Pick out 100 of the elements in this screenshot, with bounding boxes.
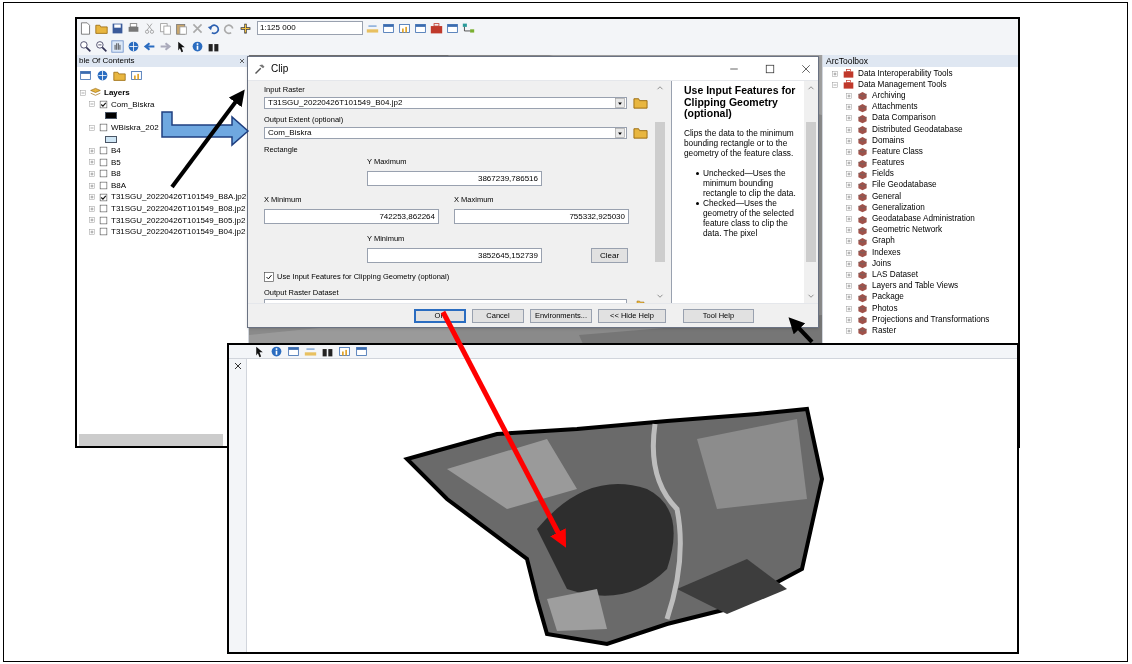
tree-item[interactable]: Geometric Network: [872, 225, 943, 236]
tree-item[interactable]: Feature Class: [872, 146, 923, 157]
expand-icon[interactable]: [845, 237, 853, 246]
tree-item[interactable]: Features: [872, 158, 905, 169]
input-field[interactable]: 3852645,152739: [367, 248, 542, 263]
expand-icon[interactable]: [845, 270, 853, 279]
close-icon[interactable]: [233, 362, 242, 370]
expand-icon[interactable]: [845, 282, 853, 291]
tree-item[interactable]: Graph: [872, 236, 895, 247]
expand-icon[interactable]: [845, 293, 853, 302]
checkbox[interactable]: [99, 181, 108, 191]
expand-icon[interactable]: [88, 181, 96, 190]
tree-item[interactable]: Distributed Geodatabase: [872, 124, 963, 135]
scrollbar[interactable]: [806, 122, 817, 262]
checkbox[interactable]: [99, 192, 108, 202]
new-file-icon[interactable]: [79, 21, 92, 35]
expand-icon[interactable]: [845, 259, 853, 268]
zoom-in-icon[interactable]: [79, 39, 92, 53]
globe-icon[interactable]: [127, 39, 140, 53]
window-icon[interactable]: [287, 345, 300, 358]
input-field[interactable]: 742253,862264: [264, 209, 439, 224]
close-icon[interactable]: [238, 57, 246, 65]
expand-icon[interactable]: [845, 103, 853, 112]
info-icon[interactable]: [270, 345, 283, 358]
checkbox[interactable]: [99, 123, 108, 133]
expand-icon[interactable]: [845, 91, 853, 100]
expand-icon[interactable]: [845, 159, 853, 168]
expand-icon[interactable]: [88, 216, 96, 225]
checkbox[interactable]: [99, 227, 108, 237]
layer-name[interactable]: B8A: [111, 179, 127, 192]
maximize-icon[interactable]: [764, 62, 776, 75]
scale-field[interactable]: 1:125 000: [257, 21, 363, 35]
model-icon[interactable]: [462, 21, 475, 35]
expand-icon[interactable]: [845, 136, 853, 145]
toolbox-icon[interactable]: [430, 21, 443, 35]
zoom-out-icon[interactable]: [95, 39, 108, 53]
chart-window-icon[interactable]: [338, 345, 351, 358]
dropdown-field[interactable]: Com_Biskra: [264, 126, 627, 139]
collapse-icon[interactable]: [88, 123, 96, 132]
expand-icon[interactable]: [88, 158, 96, 167]
layer-name[interactable]: B4: [111, 144, 121, 157]
undo-icon[interactable]: [207, 21, 220, 35]
checkbox[interactable]: [99, 204, 108, 214]
expand-icon[interactable]: [845, 304, 853, 313]
layer-name[interactable]: T31SGU_20220426T101549_B05.jp2: [111, 214, 246, 227]
caret-icon[interactable]: [615, 127, 625, 138]
scrollbar[interactable]: [655, 122, 666, 262]
close-icon[interactable]: [800, 62, 812, 75]
print-icon[interactable]: [127, 21, 140, 35]
tree-item[interactable]: Indexes: [872, 247, 901, 258]
expand-icon[interactable]: [88, 227, 96, 236]
scissors-icon[interactable]: [143, 21, 156, 35]
window-icon[interactable]: [414, 21, 427, 35]
window-icon[interactable]: [446, 21, 459, 35]
layer-name[interactable]: T31SGU_20220426T101549_B8A.jp2: [111, 191, 247, 203]
expand-icon[interactable]: [88, 204, 96, 213]
layer-group-label[interactable]: Layers: [104, 87, 130, 99]
tree-item[interactable]: File Geodatabase: [872, 180, 937, 191]
checkbox[interactable]: [99, 146, 108, 156]
checkbox[interactable]: [99, 169, 108, 179]
tree-item[interactable]: General: [872, 191, 902, 202]
expand-icon[interactable]: [845, 226, 853, 235]
tree-item[interactable]: LAS Dataset: [872, 269, 918, 280]
info-icon[interactable]: [191, 39, 204, 53]
layer-name[interactable]: T31SGU_20220426T101549_B04.jp2: [111, 226, 246, 238]
expand-icon[interactable]: [831, 69, 839, 78]
dropdown-field[interactable]: T31SGU_20220426T101549_B04.jp2: [264, 96, 627, 109]
expand-icon[interactable]: [845, 181, 853, 190]
collapse-icon[interactable]: [88, 100, 96, 109]
layer-name[interactable]: Com_Biskra: [111, 98, 155, 111]
tree-item[interactable]: Data Comparison: [872, 113, 936, 124]
expand-icon[interactable]: [845, 315, 853, 324]
tree-item[interactable]: Layers and Table Views: [872, 281, 959, 292]
expand-icon[interactable]: [88, 193, 96, 202]
layer-name[interactable]: T31SGU_20220426T101549_B08.jp2: [111, 202, 246, 215]
tree-item[interactable]: Fields: [872, 169, 894, 180]
chart-window-icon[interactable]: [130, 68, 143, 82]
paste-icon[interactable]: [175, 21, 188, 35]
tree-item[interactable]: Raster: [872, 325, 897, 336]
tree-item[interactable]: Generalization: [872, 202, 925, 213]
expand-icon[interactable]: [88, 169, 96, 178]
checkbox[interactable]: [264, 272, 274, 282]
expand-icon[interactable]: [845, 215, 853, 224]
tree-item[interactable]: Data Management Tools: [858, 79, 947, 90]
caret-icon[interactable]: [615, 97, 625, 108]
window-icon[interactable]: [79, 68, 92, 82]
expand-icon[interactable]: [845, 125, 853, 134]
layer-name[interactable]: WBiskra_202: [111, 121, 159, 134]
expand-icon[interactable]: [845, 170, 853, 179]
layer-name[interactable]: B5: [111, 156, 121, 169]
collapse-icon[interactable]: [831, 80, 839, 89]
tree-item[interactable]: Attachments: [872, 102, 918, 113]
expand-icon[interactable]: [845, 248, 853, 257]
checkbox[interactable]: [99, 215, 108, 225]
tree-item[interactable]: Geodatabase Administration: [872, 214, 975, 225]
layer-name[interactable]: B8: [111, 168, 121, 180]
expand-icon[interactable]: [845, 203, 853, 212]
globe-icon[interactable]: [96, 68, 109, 82]
chart-window-icon[interactable]: [398, 21, 411, 35]
window-icon[interactable]: [382, 21, 395, 35]
